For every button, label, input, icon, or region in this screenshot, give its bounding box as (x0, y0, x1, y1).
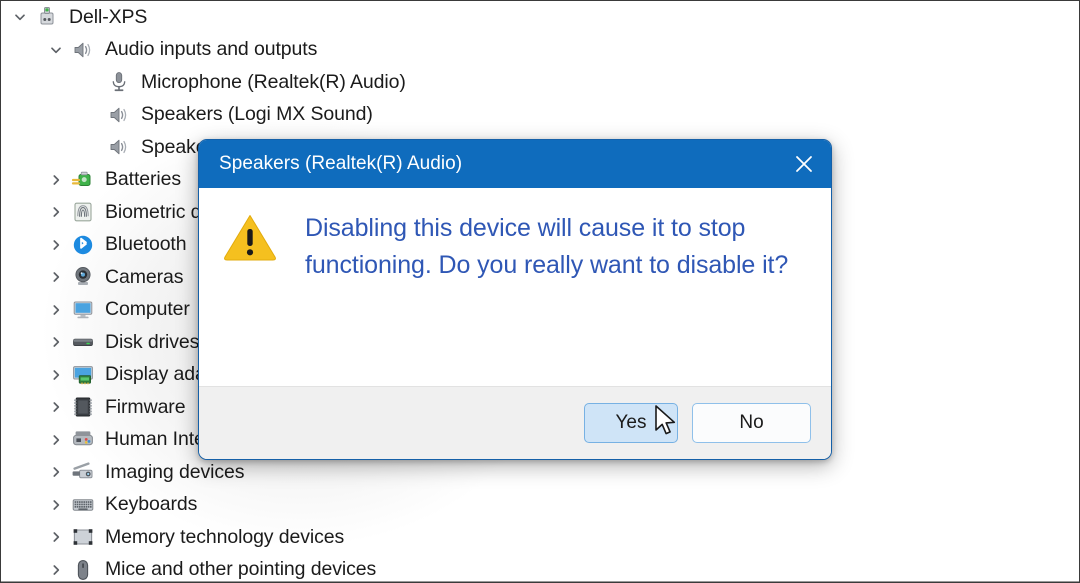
tree-item-label: Microphone (Realtek(R) Audio) (141, 70, 406, 93)
yes-button[interactable]: Yes (584, 403, 678, 443)
tree-item-dell-xps[interactable]: Dell-XPS (1, 1, 1079, 34)
chevron-right-icon[interactable] (43, 270, 69, 284)
tree-item-label: Imaging devices (105, 460, 245, 483)
tree-item-label: Firmware (105, 395, 186, 418)
tree-item-label: Bluetooth (105, 233, 187, 256)
tree-item-label: Mice and other pointing devices (105, 558, 377, 581)
tree-item-speakers-logi-mx-sound[interactable]: Speakers (Logi MX Sound) (1, 99, 1079, 132)
dialog-footer: Yes No (199, 386, 831, 459)
disk-drive-icon (69, 330, 97, 354)
chevron-right-icon[interactable] (43, 563, 69, 577)
scanner-icon (69, 460, 97, 484)
mouse-icon (69, 558, 97, 582)
firmware-chip-icon (69, 395, 97, 419)
dialog-titlebar: Speakers (Realtek(R) Audio) (199, 140, 831, 188)
speaker-icon (105, 103, 133, 127)
chevron-right-icon[interactable] (43, 498, 69, 512)
chevron-down-icon[interactable] (7, 10, 33, 24)
close-icon[interactable] (777, 140, 831, 188)
tree-item-label: Computer (105, 298, 190, 321)
battery-icon (69, 168, 97, 192)
fingerprint-icon (69, 200, 97, 224)
chevron-down-icon[interactable] (43, 43, 69, 57)
dialog-message: Disabling this device will cause it to s… (305, 214, 789, 279)
tree-item-label: Cameras (105, 265, 184, 288)
tree-item-label: Keyboards (105, 493, 198, 516)
tree-item-label: Speakers (Logi MX Sound) (141, 103, 373, 126)
chevron-right-icon[interactable] (43, 433, 69, 447)
tree-item-label: Audio inputs and outputs (105, 38, 318, 61)
chevron-right-icon[interactable] (43, 303, 69, 317)
tree-item-label: Dell-XPS (69, 5, 148, 28)
keyboard-icon (69, 493, 97, 517)
chevron-right-icon[interactable] (43, 238, 69, 252)
hid-gamepad-icon (69, 428, 97, 452)
display-adapter-icon (69, 363, 97, 387)
dialog-body: Disabling this device will cause it to s… (199, 188, 831, 386)
tree-item-mice-and-other-pointing-devices[interactable]: Mice and other pointing devices (1, 554, 1079, 583)
tree-item-audio-inputs-and-outputs[interactable]: Audio inputs and outputs (1, 34, 1079, 67)
tree-item-memory-technology-devices[interactable]: Memory technology devices (1, 521, 1079, 554)
chevron-right-icon[interactable] (43, 205, 69, 219)
chevron-right-icon[interactable] (43, 368, 69, 382)
monitor-icon (69, 298, 97, 322)
speaker-icon (69, 38, 97, 62)
tree-item-imaging-devices[interactable]: Imaging devices (1, 456, 1079, 489)
chevron-right-icon[interactable] (43, 400, 69, 414)
memory-card-icon (69, 525, 97, 549)
bluetooth-icon (69, 233, 97, 257)
tree-item-microphone-realtek-r-audio[interactable]: Microphone (Realtek(R) Audio) (1, 66, 1079, 99)
tree-item-label: Disk drives (105, 330, 200, 353)
microphone-icon (105, 70, 133, 94)
chevron-right-icon[interactable] (43, 335, 69, 349)
computer-device-icon (33, 5, 61, 29)
warning-triangle-icon (223, 212, 277, 376)
chevron-right-icon[interactable] (43, 530, 69, 544)
confirm-disable-dialog: Speakers (Realtek(R) Audio) Disabling th… (198, 139, 832, 460)
tree-item-label: Batteries (105, 168, 182, 191)
no-button[interactable]: No (692, 403, 811, 443)
tree-item-keyboards[interactable]: Keyboards (1, 489, 1079, 522)
tree-item-label: Memory technology devices (105, 525, 345, 548)
camera-icon (69, 265, 97, 289)
chevron-right-icon[interactable] (43, 173, 69, 187)
speaker-icon (105, 135, 133, 159)
dialog-title: Speakers (Realtek(R) Audio) (219, 153, 463, 174)
chevron-right-icon[interactable] (43, 465, 69, 479)
device-manager-screen: Dell-XPS Audio inputs and outputs Micropho… (0, 0, 1080, 583)
tree-bottom-divider (1, 581, 1079, 582)
